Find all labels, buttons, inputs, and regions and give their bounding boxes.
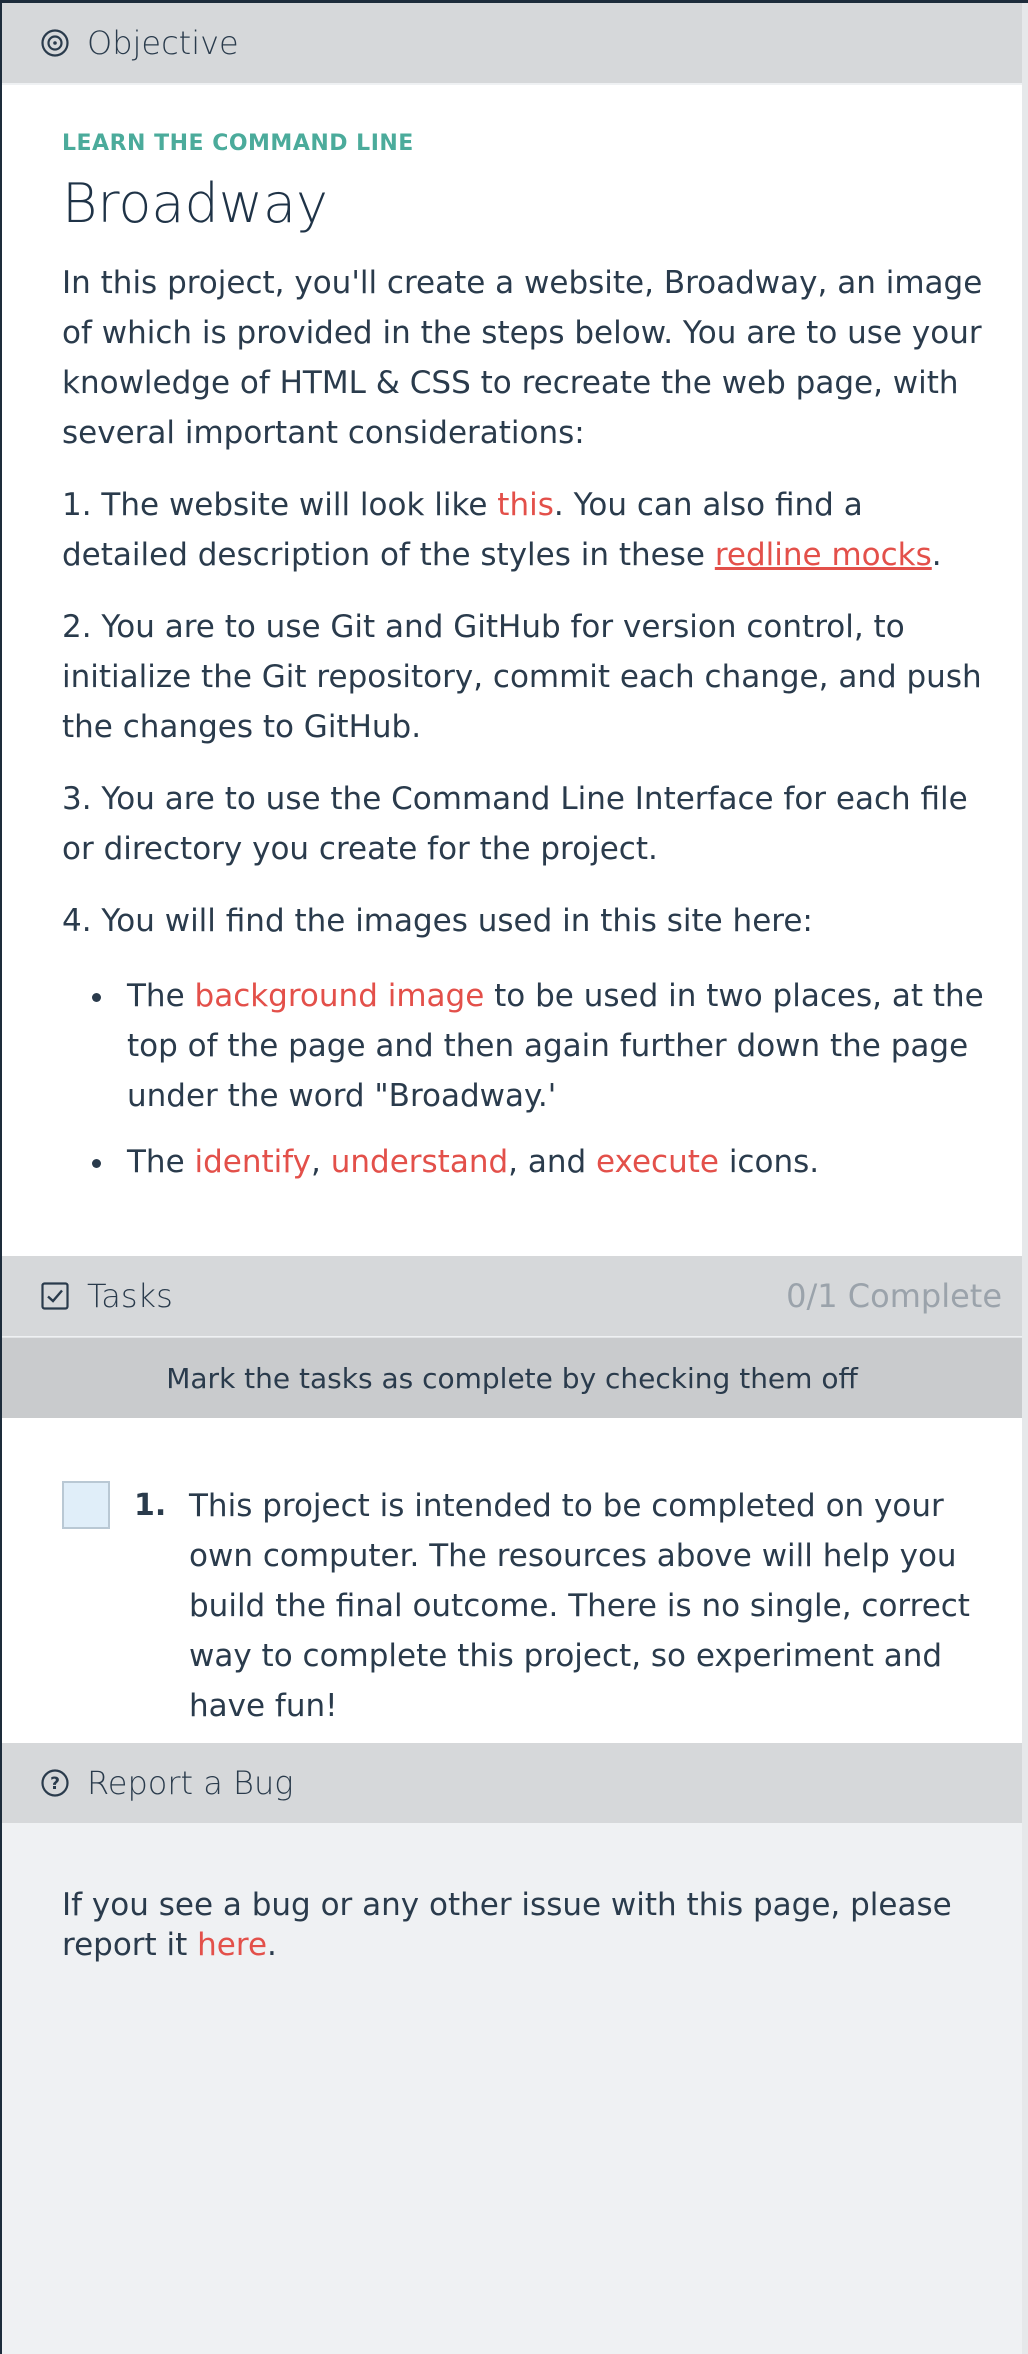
task-text: This project is intended to be completed… <box>189 1488 970 1724</box>
list-item-text-2: icons. <box>718 1144 820 1180</box>
report-here-link[interactable]: here <box>197 1927 267 1963</box>
image-list: The background image to be used in two p… <box>62 971 992 1187</box>
background-image-link[interactable]: background image <box>195 978 485 1014</box>
list-item: The background image to be used in two p… <box>62 971 992 1121</box>
report-bug-header: ? Report a Bug <box>2 1743 1022 1823</box>
identify-link[interactable]: identify <box>195 1144 312 1180</box>
list-item: The identify, understand, and execute ic… <box>62 1137 992 1187</box>
this-link[interactable]: this <box>497 487 554 523</box>
question-circle-icon: ? <box>40 1768 70 1798</box>
execute-link[interactable]: execute <box>596 1144 719 1180</box>
report-bug-text: If you see a bug or any other issue with… <box>62 1885 982 1965</box>
list-item-text: The <box>127 978 195 1014</box>
consideration-4: 4. You will find the images used in this… <box>62 903 813 939</box>
understand-link[interactable]: understand <box>331 1144 508 1180</box>
tasks-header-title: Tasks <box>87 1277 173 1315</box>
scrollbar-track[interactable] <box>1022 3 1028 2354</box>
report-bug-end: . <box>267 1927 277 1963</box>
tasks-progress: 0/1 Complete <box>786 1277 1002 1315</box>
report-bug-message: If you see a bug or any other issue with… <box>62 1887 952 1963</box>
objective-header-title: Objective <box>87 24 239 62</box>
task-checkbox[interactable] <box>62 1481 110 1529</box>
report-bug-title: Report a Bug <box>87 1764 294 1802</box>
project-title: Broadway <box>62 172 328 235</box>
lesson-panel: Objective LEARN THE COMMAND LINE Broadwa… <box>2 3 1022 2354</box>
separator: , <box>311 1144 331 1180</box>
consideration-3: 3. You are to use the Command Line Inter… <box>62 781 968 867</box>
task-number: 1. <box>134 1488 167 1523</box>
redline-mocks-link[interactable]: redline mocks <box>715 537 932 573</box>
consideration-1: 1. The website will look like this. You … <box>62 480 992 580</box>
intro-paragraph: In this project, you'll create a website… <box>62 265 983 451</box>
course-overline: LEARN THE COMMAND LINE <box>62 131 414 156</box>
target-icon <box>40 28 70 58</box>
tasks-instruction: Mark the tasks as complete by checking t… <box>2 1337 1022 1418</box>
tasks-header: Tasks 0/1 Complete <box>2 1256 1022 1336</box>
objective-header: Objective <box>2 3 1022 83</box>
checkbox-icon <box>40 1281 70 1311</box>
svg-text:?: ? <box>50 1774 60 1794</box>
consideration-1-end: . <box>931 537 942 573</box>
list-item-text: The <box>127 1144 195 1180</box>
separator: , and <box>508 1144 597 1180</box>
consideration-1-text: 1. The website will look like <box>62 487 498 523</box>
consideration-2: 2. You are to use Git and GitHub for ver… <box>62 609 982 745</box>
